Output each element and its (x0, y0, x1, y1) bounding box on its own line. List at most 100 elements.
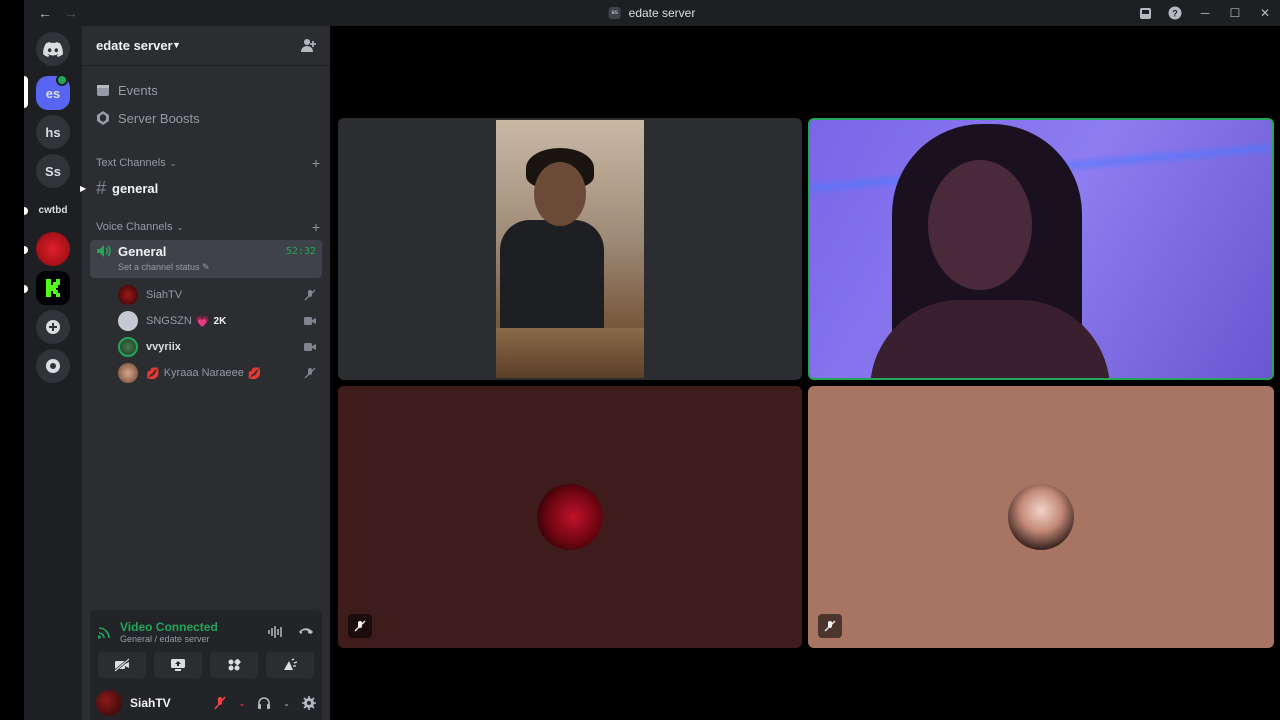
activities-button[interactable] (210, 652, 258, 678)
mic-muted-icon (304, 367, 316, 379)
window-edge (0, 0, 24, 720)
voice-channels-label: Voice Channels (96, 221, 173, 233)
server-hs[interactable]: hs (36, 115, 70, 149)
boost-icon (96, 111, 110, 125)
voice-channel-name: General (118, 243, 167, 259)
headphones-icon[interactable] (257, 696, 271, 710)
invite-people-icon[interactable] (301, 38, 316, 53)
unread-pill-2 (24, 246, 28, 254)
audio-tile[interactable] (808, 386, 1274, 648)
unread-pill (24, 207, 28, 215)
chevron-down-icon: ▼ (172, 40, 181, 50)
window-title: es edate server (608, 6, 696, 20)
kiss-emoji-icon: 💋 (247, 367, 262, 380)
video-figure-face (928, 160, 1032, 290)
avatar (118, 285, 138, 305)
activities-icon (228, 658, 241, 671)
soundboard-icon (284, 658, 298, 670)
add-text-channel-icon[interactable]: + (312, 155, 320, 171)
voice-channel-general[interactable]: General 52:32 Set a channel status ✎ (90, 240, 322, 278)
noise-suppression-icon[interactable] (268, 626, 284, 638)
user-panel: SiahTV ⌄ ⌄ (90, 686, 322, 720)
video-table (496, 328, 644, 378)
video-tile[interactable] (338, 118, 802, 380)
kiss-emoji-icon: 💋 (146, 367, 160, 380)
server-cwtbd-label: cwtbd (38, 204, 68, 216)
video-figure (500, 220, 604, 330)
add-server-icon[interactable] (36, 310, 70, 344)
server-cwtbd[interactable]: cwtbd (36, 193, 70, 227)
add-voice-channel-icon[interactable]: + (312, 219, 320, 235)
text-channels-label: Text Channels (96, 157, 166, 169)
video-camera-icon (304, 316, 316, 326)
maximize-icon[interactable]: ☐ (1228, 6, 1242, 20)
discord-home-icon[interactable] (36, 32, 70, 66)
channel-status[interactable]: Set a channel status ✎ (118, 262, 322, 273)
voice-user[interactable]: vvyriix (82, 334, 330, 360)
server-name: edate server (96, 38, 173, 53)
screen-share-button[interactable] (154, 652, 202, 678)
mic-muted-icon[interactable] (213, 696, 227, 710)
participant-video (810, 120, 1272, 378)
channel-general[interactable]: ▶ # general (80, 174, 330, 202)
mic-muted-icon (304, 289, 316, 301)
forward-arrow-icon[interactable]: → (62, 5, 80, 21)
server-es-badge (56, 74, 68, 86)
voice-timer: 52:32 (285, 245, 316, 257)
avatar (118, 311, 138, 331)
mic-muted-icon (818, 614, 842, 638)
avatar[interactable] (96, 690, 122, 716)
chevron-down-icon[interactable]: ⌄ (283, 699, 290, 708)
chevron-down-icon[interactable]: ⌄ (239, 699, 246, 708)
voice-channels-category[interactable]: Voice Channels ⌄ + (82, 218, 330, 236)
window-title-text: edate server (628, 6, 696, 20)
server-kick-icon[interactable] (36, 271, 70, 305)
text-channels-category[interactable]: Text Channels ⌄ + (82, 154, 330, 172)
voice-connection-panel: Video Connected General / edate server (90, 610, 322, 686)
voice-status[interactable]: Video Connected (120, 620, 218, 634)
chevron-down-icon: ⌄ (169, 158, 177, 168)
unread-pill-3 (24, 285, 28, 293)
server-header[interactable]: edate server ▼ (82, 26, 330, 66)
server-ss-label: Ss (45, 163, 61, 179)
soundboard-button[interactable] (266, 652, 314, 678)
server-boosts-item[interactable]: Server Boosts (82, 104, 330, 132)
voice-user[interactable]: SNGSZN 💗 2K (82, 308, 330, 334)
inbox-icon[interactable] (1138, 6, 1152, 20)
disconnect-icon[interactable] (298, 626, 314, 638)
current-username[interactable]: SiahTV (130, 696, 171, 710)
server-rail: es hs Ss cwtbd (24, 26, 82, 720)
video-tile-speaking[interactable] (808, 118, 1274, 380)
heart-emoji-icon: 💗 (195, 315, 210, 328)
voice-user-name: 💋 Kyraaa Naraeee 💋 (146, 367, 262, 380)
close-icon[interactable]: ✕ (1258, 6, 1272, 20)
speaker-icon (96, 244, 112, 258)
events-item[interactable]: Events (82, 76, 330, 104)
video-camera-icon (304, 342, 316, 352)
minimize-icon[interactable]: ─ (1198, 6, 1212, 20)
channel-sidebar: edate server ▼ Events Server Boosts Text… (80, 26, 330, 720)
voice-user-name: vvyriix (146, 341, 181, 353)
connection-signal-icon[interactable] (98, 625, 112, 639)
voice-user[interactable]: 💋 Kyraaa Naraeee 💋 (82, 360, 330, 386)
discover-icon[interactable] (36, 349, 70, 383)
voice-location[interactable]: General / edate server (120, 634, 218, 644)
pencil-icon: ✎ (202, 262, 210, 272)
server-red-icon[interactable] (36, 232, 70, 266)
gear-icon[interactable] (302, 696, 316, 710)
help-icon[interactable]: ? (1168, 6, 1182, 20)
voice-user[interactable]: SiahTV (82, 282, 330, 308)
camera-off-button[interactable] (98, 652, 146, 678)
voice-user-name: SNGSZN 💗 2K (146, 315, 226, 328)
screen-share-icon (171, 659, 185, 671)
history-nav: ← → (36, 5, 80, 21)
svg-text:?: ? (1172, 9, 1178, 19)
audio-tile[interactable] (338, 386, 802, 648)
voice-user-name-text: SNGSZN (146, 315, 192, 327)
video-stage (330, 26, 1280, 720)
avatar (118, 363, 138, 383)
window-controls: ? ─ ☐ ✕ (1138, 6, 1272, 20)
server-ss[interactable]: Ss (36, 154, 70, 188)
participant-video (496, 120, 644, 378)
back-arrow-icon[interactable]: ← (36, 5, 54, 21)
